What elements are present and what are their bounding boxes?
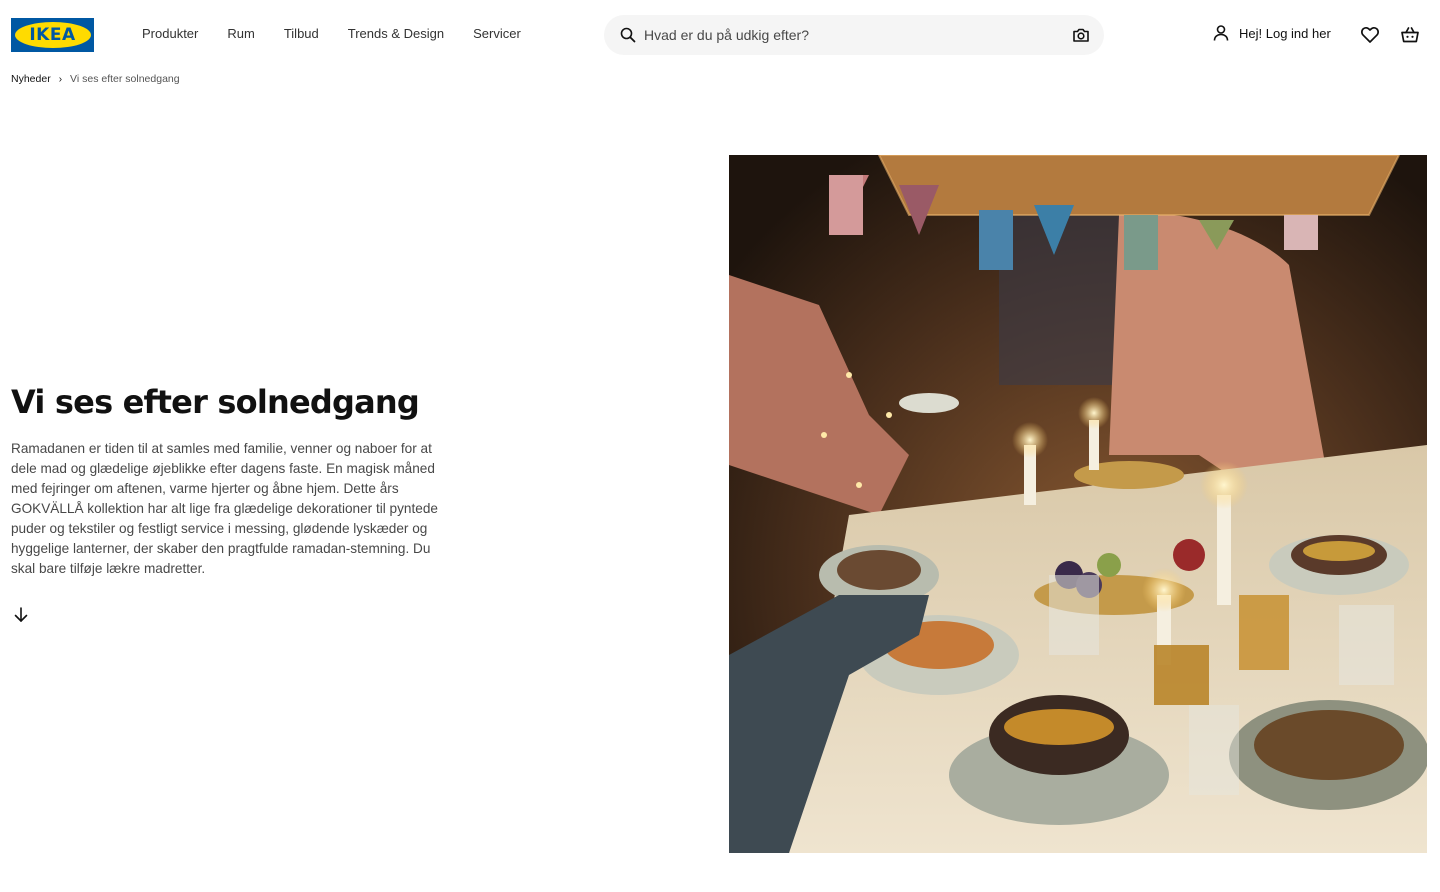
- account-label: Hej! Log ind her: [1239, 25, 1331, 41]
- nav-item-tilbud[interactable]: Tilbud: [284, 26, 319, 41]
- nav-item-rum[interactable]: Rum: [227, 26, 254, 41]
- hero-description: Ramadanen er tiden til at samles med fam…: [11, 441, 438, 576]
- nav-item-trends-design[interactable]: Trends & Design: [348, 26, 444, 41]
- search-icon[interactable]: [620, 27, 636, 43]
- nav-item-produkter[interactable]: Produkter: [142, 26, 198, 41]
- breadcrumb: Nyheder › Vi ses efter solnedgang: [11, 73, 180, 85]
- arrow-down-icon[interactable]: [12, 606, 30, 624]
- main-nav: Produkter Rum Tilbud Trends & Design Ser…: [142, 26, 550, 41]
- logo-text: IKEA: [29, 25, 76, 45]
- search-input[interactable]: [644, 15, 1054, 55]
- search-bar: [604, 15, 1104, 55]
- heart-icon[interactable]: [1360, 25, 1380, 45]
- camera-icon[interactable]: [1072, 26, 1090, 44]
- page-title: Vi ses efter solnedgang: [11, 383, 420, 421]
- breadcrumb-link-nyheder[interactable]: Nyheder: [11, 73, 51, 85]
- logo-oval: IKEA: [14, 22, 91, 48]
- account-link[interactable]: Hej! Log ind her: [1212, 24, 1331, 42]
- ikea-logo[interactable]: IKEA: [11, 18, 94, 52]
- breadcrumb-current: Vi ses efter solnedgang: [70, 73, 180, 85]
- person-icon: [1213, 25, 1229, 41]
- shopping-basket-icon[interactable]: [1400, 25, 1420, 45]
- nav-item-servicer[interactable]: Servicer: [473, 26, 521, 41]
- breadcrumb-separator: ›: [58, 73, 63, 85]
- dinner-table-illustration: [729, 155, 1427, 853]
- site-header: IKEA Produkter Rum Tilbud Trends & Desig…: [0, 0, 1440, 70]
- hero-image-ramadan-dinner: [729, 155, 1427, 853]
